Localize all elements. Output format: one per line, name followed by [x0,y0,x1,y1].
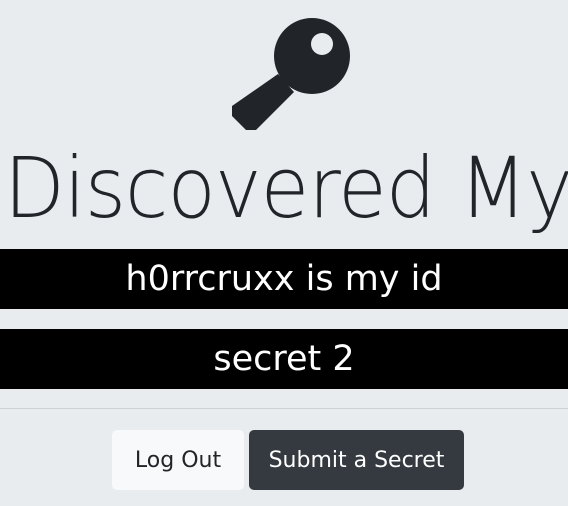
key-icon [226,16,352,134]
secret-item: secret 2 [0,329,568,389]
page-title: Discovered My [4,139,568,237]
divider [0,408,568,409]
logout-button[interactable]: Log Out [112,430,244,490]
secret-item: h0rrcruxx is my id [0,249,568,309]
submit-secret-button[interactable]: Submit a Secret [249,430,464,490]
